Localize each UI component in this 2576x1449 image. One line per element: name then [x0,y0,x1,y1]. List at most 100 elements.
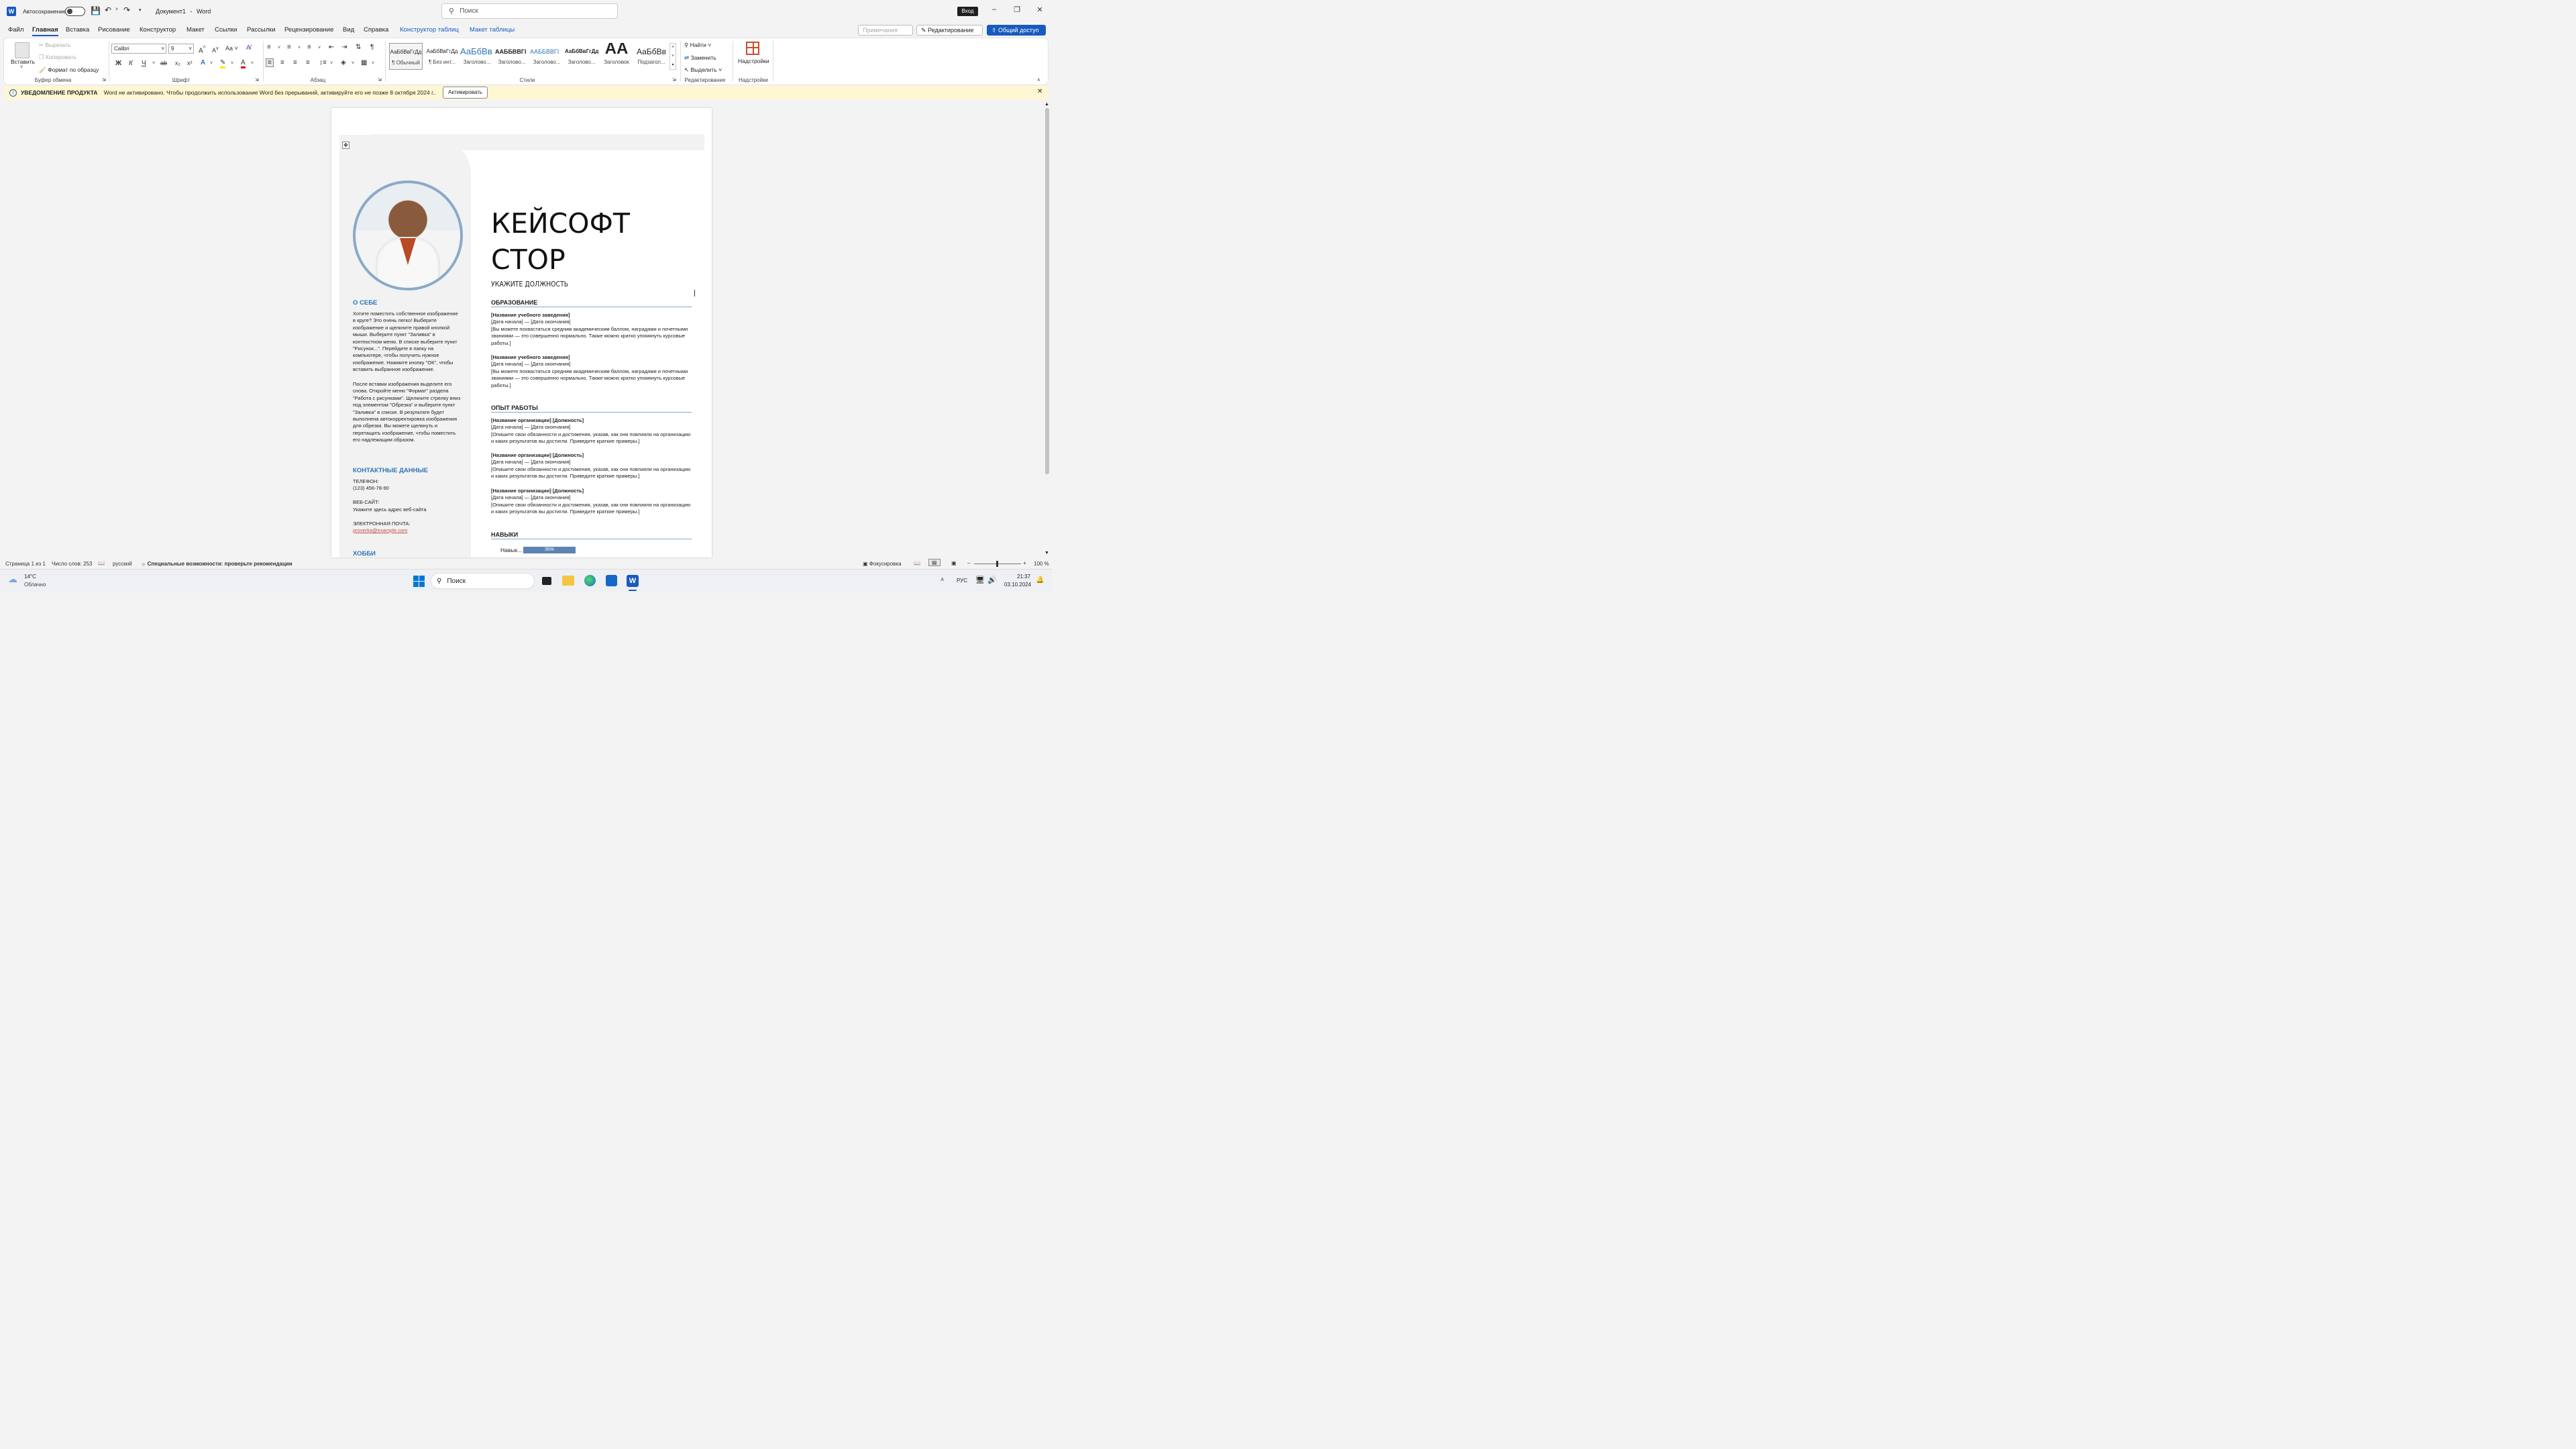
bold-button[interactable]: Ж [115,60,121,67]
zoom-slider-thumb[interactable] [996,561,998,567]
undo-icon[interactable]: ↶ [105,5,111,15]
underline-button[interactable]: Ч [142,60,146,67]
superscript-button[interactable]: x² [187,60,193,66]
tab-design[interactable]: Конструктор [140,26,176,34]
accessibility-status[interactable]: ☼ Специальные возможности: проверьте рек… [141,561,292,567]
multilevel-list-icon[interactable]: ≡ [307,44,311,51]
tab-review[interactable]: Рецензирование [284,26,333,34]
clock-time[interactable]: 21:37 [1017,574,1030,580]
style-normal[interactable]: АаБбВвГгДд ¶ Обычный [389,43,423,70]
scroll-down-icon[interactable]: ▼ [1044,551,1049,555]
file-explorer-icon[interactable] [562,576,574,586]
restore-icon[interactable]: ❐ [1010,5,1024,17]
weather-temperature[interactable]: 14°C [24,574,36,580]
weather-icon[interactable]: ☁ [8,574,17,585]
borders-icon[interactable]: ▦ [361,59,367,66]
close-icon[interactable]: ✕ [1033,5,1046,17]
style-heading-1[interactable]: АаБбВв Заголово... [460,43,494,70]
sort-icon[interactable]: ⇅ [356,44,361,51]
bullets-dropdown-icon[interactable]: ˅ [278,46,280,50]
clipboard-launcher-icon[interactable]: ⇲ [102,77,106,83]
proofing-icon[interactable]: 📖 [98,560,105,566]
tab-file[interactable]: Файл [8,26,23,34]
strikethrough-button[interactable]: ab [160,60,167,66]
text-effects-icon[interactable]: A [201,59,205,66]
find-button[interactable]: ⚲ Найти ˅ [684,42,711,49]
underline-dropdown-icon[interactable]: ˅ [152,61,155,66]
decrease-indent-icon[interactable]: ⇤ [329,44,334,51]
share-button[interactable]: ⇧ Общий доступ [987,25,1046,36]
save-icon[interactable]: 💾 [91,6,101,15]
tab-home[interactable]: Главная [32,26,58,36]
align-center-icon[interactable]: ≡ [280,59,284,66]
zoom-out-icon[interactable]: – [967,560,970,566]
comments-button[interactable]: Примечания [858,25,913,36]
increase-indent-icon[interactable]: ⇥ [341,44,347,51]
styles-launcher-icon[interactable]: ⇲ [672,77,676,83]
document-page[interactable]: ✥ О СЕБЕ Хотите поместить собственное из… [331,108,712,557]
numbering-dropdown-icon[interactable]: ˅ [298,46,301,50]
font-name-select[interactable]: Calibri ˅ [111,44,166,54]
align-right-icon[interactable]: ≡ [293,59,297,66]
email-link[interactable]: proverka@example.com [353,527,407,534]
borders-dropdown-icon[interactable]: ˅ [372,61,374,66]
network-icon[interactable]: 🖥 [975,576,985,584]
justify-icon[interactable]: ≡ [306,59,310,66]
page-count[interactable]: Страница 1 из 1 [5,561,46,567]
addins-button[interactable]: Надстройки [738,58,769,64]
highlight-dropdown-icon[interactable]: ˅ [231,61,233,66]
numbering-icon[interactable]: ≡ [287,44,291,51]
zoom-level[interactable]: 100 % [1034,561,1049,567]
read-mode-icon[interactable]: 📖 [914,560,920,566]
line-spacing-dropdown-icon[interactable]: ˅ [330,61,333,66]
paste-icon[interactable] [15,42,30,58]
addins-icon[interactable] [746,42,759,55]
activate-button[interactable]: Активировать [443,87,488,99]
word-count[interactable]: Число слов: 253 [52,561,92,567]
subscript-button[interactable]: x₂ [175,60,180,66]
paste-dropdown-icon[interactable]: ˅ [20,65,23,70]
taskbar-search[interactable]: ⚲ Поиск [431,573,535,589]
cut-button[interactable]: ✂ Вырезать [39,42,70,49]
font-color-dropdown-icon[interactable]: ˅ [251,61,254,66]
clock-date[interactable]: 03.10.2024 [1004,582,1031,588]
table-move-handle-icon[interactable]: ✥ [342,142,350,149]
customize-toolbar-icon[interactable]: ▾ [139,7,142,13]
tab-table-layout[interactable]: Макет таблицы [470,26,515,34]
align-left-icon[interactable]: ≡ [266,58,274,67]
undo-dropdown-icon[interactable]: ˅ [115,7,118,12]
notification-bell-icon[interactable]: 🔔 [1036,576,1044,584]
input-language[interactable]: РУС [957,578,967,584]
scroll-up-icon[interactable]: ▲ [1044,102,1049,107]
close-notification-icon[interactable]: ✕ [1037,88,1042,95]
language-indicator[interactable]: русский [113,561,132,567]
web-layout-icon[interactable]: ▣ [951,560,957,566]
tab-mailings[interactable]: Рассылки [247,26,276,34]
task-view-icon[interactable] [542,577,551,585]
editing-mode-button[interactable]: ✎ Редактирование [916,25,983,36]
style-heading-3[interactable]: ААББВВГІ Заголово... [530,43,564,70]
shrink-font-icon[interactable]: Av [212,45,219,54]
style-subtitle[interactable]: АаБбВв Подзагол... [635,43,668,70]
weather-condition[interactable]: Облачно [24,582,46,588]
volume-icon[interactable]: 🔊 [987,576,997,584]
edge-icon[interactable] [584,575,596,586]
zoom-in-icon[interactable]: + [1023,560,1026,566]
font-color-icon[interactable]: A [241,59,246,68]
text-effects-dropdown-icon[interactable]: ˅ [210,61,213,66]
tab-insert[interactable]: Вставка [66,26,89,34]
collapse-ribbon-icon[interactable]: ˄ [1037,77,1040,83]
copy-button[interactable]: ❐ Копировать [39,54,76,61]
style-heading-2[interactable]: ААББВВГІ Заголово... [495,43,529,70]
shading-dropdown-icon[interactable]: ˅ [352,61,354,66]
focus-mode-button[interactable]: ▣ Фокусировка [863,561,902,567]
font-launcher-icon[interactable]: ⇲ [255,77,259,83]
style-no-spacing[interactable]: АаБбВвГгДд ¶ Без инт... [425,43,459,70]
print-layout-icon[interactable]: ▤ [928,559,941,566]
tab-references[interactable]: Ссылки [215,26,237,34]
word-taskbar-icon[interactable]: W [627,575,639,587]
shading-icon[interactable]: ◈ [341,59,346,66]
tab-draw[interactable]: Рисование [98,26,130,34]
italic-button[interactable]: К [129,60,133,67]
style-title[interactable]: АА Заголовок [600,43,633,70]
